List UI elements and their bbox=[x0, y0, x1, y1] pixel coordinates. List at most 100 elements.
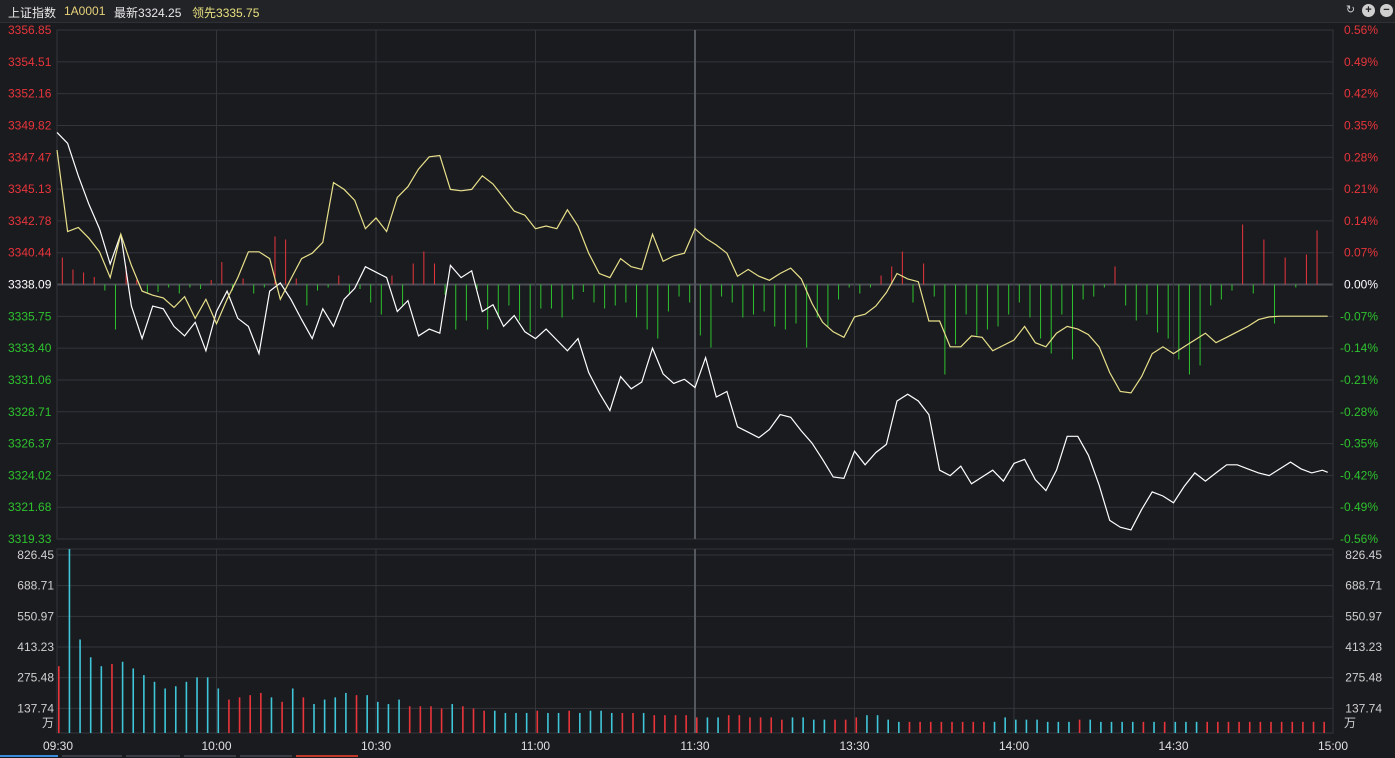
volume-tick-label: 550.97 bbox=[17, 609, 54, 623]
volume-bar bbox=[1259, 721, 1262, 733]
volume-bar bbox=[472, 708, 475, 733]
price-tick-label: 3352.16 bbox=[8, 87, 52, 101]
volume-bar bbox=[1174, 721, 1177, 733]
volume-bar bbox=[1089, 719, 1092, 733]
volume-bar bbox=[1206, 721, 1208, 733]
price-tick-label: 3321.68 bbox=[8, 500, 52, 514]
time-label: 13:30 bbox=[839, 739, 869, 753]
volume-tick-label-right: 550.97 bbox=[1345, 609, 1382, 623]
time-label: 14:30 bbox=[1158, 739, 1188, 753]
lead-line bbox=[56, 150, 1328, 394]
volume-bar bbox=[377, 701, 379, 733]
volume-tick-label-right: 826.45 bbox=[1345, 548, 1382, 562]
volume-bar bbox=[898, 721, 900, 733]
volume-tick-label: 137.74 bbox=[17, 701, 54, 715]
volume-bar bbox=[536, 710, 539, 733]
pct-tick-label: 0.14% bbox=[1344, 214, 1378, 228]
volume-bar bbox=[589, 710, 592, 733]
volume-bar bbox=[504, 712, 507, 733]
volume-bar bbox=[206, 677, 209, 733]
volume-bar bbox=[1100, 721, 1102, 733]
volume-bar bbox=[121, 661, 124, 733]
volume-bar bbox=[515, 712, 517, 733]
volume-bar bbox=[908, 721, 911, 733]
tab-indicator[interactable] bbox=[184, 755, 236, 757]
pct-tick-label: 0.35% bbox=[1344, 118, 1378, 132]
price-tick-label: 3328.71 bbox=[8, 405, 52, 419]
volume-bar bbox=[1121, 721, 1123, 733]
volume-bar bbox=[1195, 721, 1198, 733]
intraday-chart[interactable]: 3356.85 0.56% 3354.51 0.49% 3352.16 0.42% 3349… bbox=[0, 0, 1395, 758]
volume-bar bbox=[196, 677, 198, 733]
volume-bar bbox=[174, 686, 177, 733]
pct-tick-label: -0.49% bbox=[1340, 500, 1378, 514]
volume-bar bbox=[89, 657, 92, 733]
volume-bar bbox=[547, 712, 549, 733]
volume-bar bbox=[323, 699, 326, 733]
volume-bar bbox=[940, 721, 943, 733]
pct-tick-label: -0.35% bbox=[1340, 437, 1378, 451]
volume-bar bbox=[642, 712, 645, 733]
price-tick-label: 3340.44 bbox=[8, 246, 52, 260]
volume-bar bbox=[557, 712, 560, 733]
pct-tick-label: -0.56% bbox=[1340, 532, 1378, 546]
price-tick-label: 3347.47 bbox=[8, 150, 52, 164]
volume-bar bbox=[313, 704, 315, 733]
volume-bar bbox=[951, 721, 953, 733]
volume-tick-label-right: 275.48 bbox=[1345, 671, 1382, 685]
volume-bar bbox=[568, 710, 570, 733]
volume-bar bbox=[759, 717, 762, 733]
volume-bar bbox=[238, 697, 241, 733]
price-tick-label: 3338.09 bbox=[8, 278, 52, 292]
tab-indicator[interactable] bbox=[62, 755, 122, 757]
pct-tick-label: -0.42% bbox=[1340, 468, 1378, 482]
volume-bar bbox=[1078, 719, 1081, 733]
volume-bar bbox=[600, 710, 602, 733]
volume-bar bbox=[919, 721, 921, 733]
volume-bar bbox=[685, 715, 687, 733]
volume-bar bbox=[1068, 721, 1070, 733]
time-label: 11:00 bbox=[521, 739, 550, 753]
volume-bar bbox=[270, 697, 273, 733]
volume-bar bbox=[291, 688, 294, 733]
tab-indicator[interactable] bbox=[126, 755, 180, 757]
pct-tick-label: -0.21% bbox=[1340, 373, 1378, 387]
volume-bar bbox=[1302, 721, 1304, 733]
pct-tick-label: 0.28% bbox=[1344, 150, 1378, 164]
volume-tick-label: 413.23 bbox=[17, 640, 54, 654]
pct-tick-label: 0.56% bbox=[1344, 23, 1378, 37]
volume-bar bbox=[876, 715, 879, 733]
volume-bar bbox=[738, 715, 741, 733]
grid bbox=[56, 29, 1334, 734]
volume-tick-label: 826.45 bbox=[17, 548, 54, 562]
volume-bar bbox=[281, 701, 283, 733]
volume-bar bbox=[1238, 721, 1240, 733]
volume-bar bbox=[1163, 721, 1166, 733]
volume-bar bbox=[79, 639, 81, 733]
volume-bar bbox=[419, 706, 422, 733]
volume-bar bbox=[1185, 721, 1187, 733]
volume-bar bbox=[1142, 721, 1145, 733]
volume-unit-label-right: 万 bbox=[1344, 716, 1356, 730]
volume-bar bbox=[749, 717, 751, 733]
volume-tick-label: 275.48 bbox=[17, 671, 54, 685]
volume-bar bbox=[1153, 721, 1155, 733]
volume-bar bbox=[68, 549, 71, 733]
volume-bar bbox=[1015, 719, 1017, 733]
volume-bar bbox=[398, 699, 400, 733]
volume-bar bbox=[334, 697, 337, 733]
volume-bar bbox=[812, 719, 815, 733]
volume-bar bbox=[717, 717, 719, 733]
tab-indicator[interactable] bbox=[240, 755, 292, 757]
intensity-bars bbox=[61, 224, 1318, 375]
tab-indicator[interactable] bbox=[0, 755, 58, 757]
volume-bar bbox=[345, 692, 347, 733]
volume-bar bbox=[1036, 719, 1038, 733]
volume-bar bbox=[228, 699, 230, 733]
volume-bar bbox=[887, 719, 889, 733]
tab-indicator[interactable] bbox=[296, 755, 358, 757]
time-label: 10:30 bbox=[361, 739, 391, 753]
time-label: 11:30 bbox=[680, 739, 709, 753]
volume-bar bbox=[653, 715, 656, 733]
pct-tick-label: 0.49% bbox=[1344, 55, 1378, 69]
